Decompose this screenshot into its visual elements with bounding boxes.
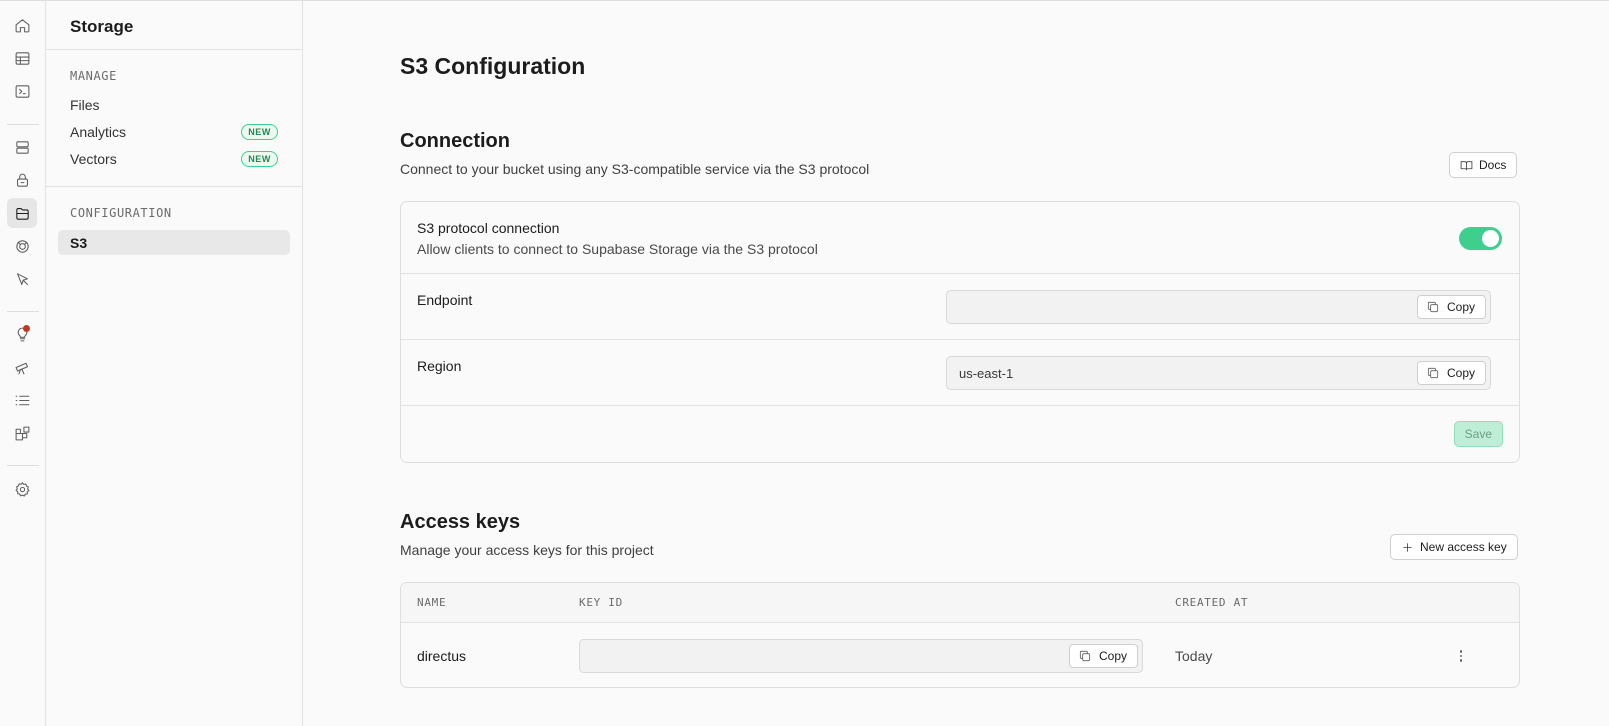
protocol-row: S3 protocol connection Allow clients to … xyxy=(401,202,1519,274)
sidebar-item-files[interactable]: Files xyxy=(58,92,290,117)
copy-label: Copy xyxy=(1446,366,1475,380)
page-title: S3 Configuration xyxy=(400,53,586,79)
copy-region-button[interactable]: Copy xyxy=(1416,361,1486,385)
access-keys-table: NAME KEY ID CREATED AT directus Copy Tod… xyxy=(400,582,1520,688)
observability-icon[interactable] xyxy=(7,352,37,382)
sidebar-item-label: Files xyxy=(70,96,100,113)
docs-button[interactable]: Docs xyxy=(1449,152,1518,178)
settings-icon[interactable] xyxy=(7,474,37,504)
key-name: directus xyxy=(417,648,467,664)
connection-description: Connect to your bucket using any S3-comp… xyxy=(400,161,870,177)
new-badge: NEW xyxy=(241,150,278,167)
logs-icon[interactable] xyxy=(7,385,37,415)
sidebar-title: Storage xyxy=(70,17,134,36)
notification-dot xyxy=(23,325,30,332)
copy-endpoint-button[interactable]: Copy xyxy=(1416,295,1486,319)
copy-label: Copy xyxy=(1098,649,1127,663)
rail-divider xyxy=(7,465,39,466)
copy-icon xyxy=(1079,650,1091,662)
toggle-knob xyxy=(1482,230,1499,247)
connection-card: S3 protocol connection Allow clients to … xyxy=(400,201,1520,463)
sidebar-divider xyxy=(46,49,302,50)
endpoint-row: Endpoint Copy xyxy=(401,274,1519,340)
sidebar-item-label: Analytics xyxy=(70,123,127,140)
table-row: directus Copy Today xyxy=(401,623,1519,687)
book-icon xyxy=(1460,160,1473,170)
copy-icon xyxy=(1427,301,1439,313)
protocol-label: S3 protocol connection xyxy=(417,220,560,236)
endpoint-label: Endpoint xyxy=(417,292,473,308)
sidebar-divider xyxy=(46,186,302,187)
column-header-name: NAME xyxy=(417,596,447,609)
edge-functions-icon[interactable] xyxy=(7,264,37,294)
sidebar-item-s3[interactable]: S3 xyxy=(58,230,290,255)
sql-editor-icon[interactable] xyxy=(7,76,37,106)
region-value: us-east-1 xyxy=(959,365,1014,381)
created-at: Today xyxy=(1175,648,1213,664)
home-icon[interactable] xyxy=(7,10,37,40)
main-content: S3 Configuration Connection Connect to y… xyxy=(304,1,1609,726)
rail-divider xyxy=(7,124,39,125)
copy-icon xyxy=(1427,367,1439,379)
sidebar-item-vectors[interactable]: Vectors NEW xyxy=(58,146,290,171)
storage-icon[interactable] xyxy=(7,198,37,228)
copy-key-id-button[interactable]: Copy xyxy=(1068,644,1138,668)
new-access-key-label: New access key xyxy=(1420,540,1507,554)
realtime-icon[interactable] xyxy=(7,231,37,261)
configuration-heading: CONFIGURATION xyxy=(70,206,172,220)
region-label: Region xyxy=(417,358,462,374)
docs-label: Docs xyxy=(1479,158,1507,172)
save-button[interactable]: Save xyxy=(1453,421,1503,447)
region-field[interactable]: us-east-1 Copy xyxy=(946,356,1491,390)
protocol-description: Allow clients to connect to Supabase Sto… xyxy=(417,241,818,257)
column-header-key-id: KEY ID xyxy=(579,596,623,609)
auth-icon[interactable] xyxy=(7,165,37,195)
connection-title: Connection xyxy=(400,130,510,152)
row-actions-icon[interactable] xyxy=(1453,648,1469,664)
plus-icon xyxy=(1403,542,1412,552)
storage-sidebar: Storage MANAGE Files Analytics NEW Vecto… xyxy=(46,1,303,726)
integrations-icon[interactable] xyxy=(7,418,37,448)
new-badge: NEW xyxy=(241,123,278,140)
access-keys-title: Access keys xyxy=(400,511,521,533)
table-editor-icon[interactable] xyxy=(7,43,37,73)
manage-heading: MANAGE xyxy=(70,69,117,83)
advisors-icon[interactable] xyxy=(7,319,37,349)
copy-label: Copy xyxy=(1446,300,1475,314)
table-header: NAME KEY ID CREATED AT xyxy=(401,583,1519,623)
s3-protocol-toggle[interactable] xyxy=(1459,227,1502,250)
column-header-created-at: CREATED AT xyxy=(1175,596,1249,609)
sidebar-item-analytics[interactable]: Analytics NEW xyxy=(58,119,290,144)
region-row: Region us-east-1 Copy xyxy=(401,340,1519,406)
endpoint-field[interactable]: Copy xyxy=(946,290,1491,324)
new-access-key-button[interactable]: New access key xyxy=(1390,534,1518,560)
database-icon[interactable] xyxy=(7,132,37,162)
key-id-field[interactable]: Copy xyxy=(579,639,1143,673)
sidebar-item-label: Vectors xyxy=(70,150,117,167)
rail-divider xyxy=(7,311,39,312)
access-keys-description: Manage your access keys for this project xyxy=(400,542,654,558)
icon-rail xyxy=(0,1,46,726)
sidebar-item-label: S3 xyxy=(70,234,88,251)
